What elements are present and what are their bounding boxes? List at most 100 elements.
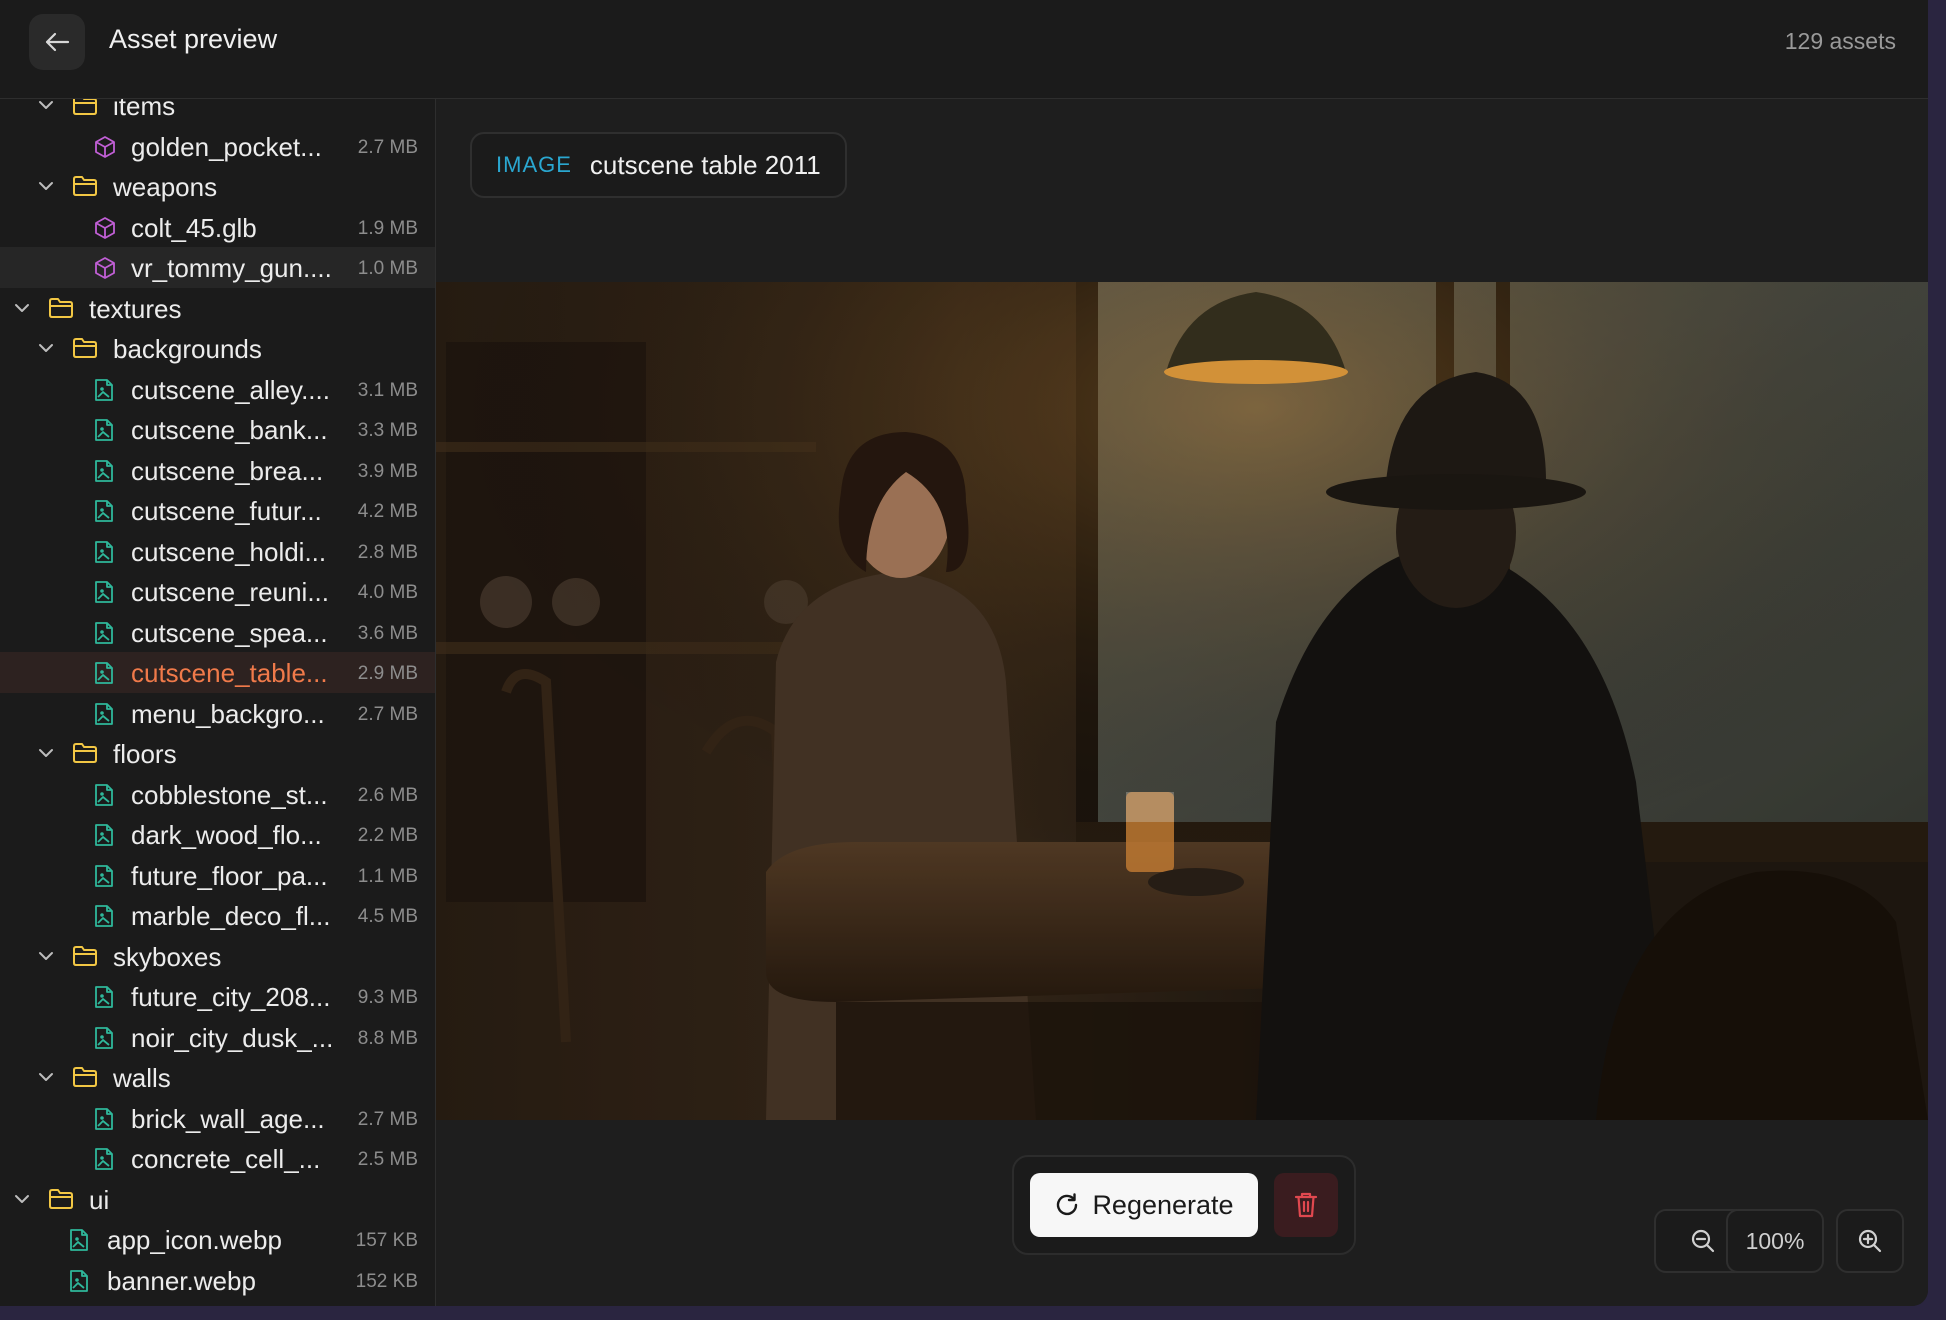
- tree-file[interactable]: noir_city_dusk_... 8.8 MB: [0, 1017, 435, 1058]
- tree-item-label: cutscene_futur...: [131, 496, 322, 526]
- tree-file[interactable]: menu_backgro... 2.7 MB: [0, 693, 435, 734]
- image-preview: [436, 282, 1928, 1120]
- cube-icon: [93, 135, 117, 159]
- asset-tree: items golden_pocket... 2.7 MB weapons colt_4…: [0, 99, 435, 1300]
- tree-file[interactable]: cutscene_table... 2.9 MB: [0, 652, 435, 693]
- file-size: 8.8 MB: [357, 1027, 418, 1049]
- chevron-down-icon[interactable]: [14, 301, 32, 315]
- tree-item-label: dark_wood_flo...: [131, 820, 322, 850]
- tree-folder[interactable]: backgrounds: [0, 328, 435, 369]
- file-size: 2.2 MB: [357, 825, 418, 846]
- tree-file[interactable]: cutscene_spea... 3.6 MB: [0, 612, 435, 653]
- tree-folder[interactable]: textures: [0, 288, 435, 329]
- cube-icon: [93, 216, 117, 240]
- tree-item-label: weapons: [113, 172, 218, 202]
- tree-item-label: vr_tommy_gun....: [131, 253, 332, 283]
- tree-file[interactable]: cutscene_holdi... 2.8 MB: [0, 531, 435, 572]
- folder-icon: [72, 945, 97, 969]
- image-file-icon: [93, 378, 117, 402]
- tree-item-label: floors: [113, 739, 177, 769]
- zoom-level[interactable]: 100%: [1726, 1209, 1824, 1273]
- file-size: 3.9 MB: [357, 460, 418, 482]
- chevron-down-icon[interactable]: [38, 1070, 56, 1084]
- tree-item-label: menu_backgro...: [131, 698, 325, 729]
- chevron-down-icon[interactable]: [38, 99, 56, 112]
- tree-file[interactable]: golden_pocket... 2.7 MB: [0, 126, 435, 167]
- tree-file[interactable]: future_floor_pa... 1.1 MB: [0, 855, 435, 896]
- tree-file[interactable]: colt_45.glb 1.9 MB: [0, 207, 435, 248]
- file-size: 3.1 MB: [357, 379, 418, 401]
- folder-icon: [72, 337, 97, 361]
- file-size: 4.0 MB: [357, 582, 418, 603]
- file-size: 4.5 MB: [357, 906, 418, 927]
- tree-item-label: noir_city_dusk_...: [131, 1022, 334, 1053]
- tree-file[interactable]: vr_tommy_gun.... 1.0 MB: [0, 247, 435, 288]
- folder-icon: [48, 1188, 73, 1212]
- arrow-left-icon: [45, 32, 70, 52]
- tree-file[interactable]: concrete_cell_... 2.5 MB: [0, 1138, 435, 1179]
- asset-tree-sidebar[interactable]: items golden_pocket... 2.7 MB weapons colt_4…: [0, 99, 436, 1306]
- cube-icon: [93, 256, 117, 280]
- file-size: 3.3 MB: [357, 420, 418, 441]
- tree-folder[interactable]: floors: [0, 733, 435, 774]
- image-file-icon: [93, 904, 117, 928]
- chevron-down-icon[interactable]: [38, 341, 56, 355]
- tree-file[interactable]: banner.webp 152 KB: [0, 1260, 435, 1301]
- tree-file[interactable]: marble_deco_fl... 4.5 MB: [0, 895, 435, 936]
- tree-item-label: ui: [89, 1184, 110, 1215]
- tree-folder[interactable]: ui: [0, 1179, 435, 1220]
- tree-item-label: golden_pocket...: [131, 131, 322, 162]
- tree-folder[interactable]: walls: [0, 1057, 435, 1098]
- tree-file[interactable]: future_city_208... 9.3 MB: [0, 976, 435, 1017]
- tree-item-label: skyboxes: [113, 941, 222, 972]
- tree-item-label: future_floor_pa...: [131, 860, 328, 891]
- file-size: 2.5 MB: [357, 1149, 418, 1170]
- tree-folder[interactable]: weapons: [0, 166, 435, 207]
- tree-file[interactable]: cobblestone_st... 2.6 MB: [0, 774, 435, 815]
- tree-file[interactable]: cutscene_reuni... 4.0 MB: [0, 571, 435, 612]
- asset-name: cutscene table 2011: [589, 149, 821, 180]
- tree-item-label: brick_wall_age...: [131, 1103, 325, 1134]
- file-size: 2.7 MB: [357, 1108, 418, 1130]
- tree-item-label: future_city_208...: [131, 982, 331, 1012]
- folder-icon: [72, 99, 97, 118]
- refresh-icon: [1057, 1193, 1078, 1216]
- image-file-icon: [93, 418, 117, 442]
- tree-folder[interactable]: items: [0, 99, 435, 126]
- file-size: 9.3 MB: [357, 987, 418, 1008]
- regenerate-button[interactable]: Regenerate: [1030, 1173, 1258, 1237]
- tree-item-label: cutscene_alley....: [131, 374, 330, 405]
- chevron-down-icon[interactable]: [14, 1192, 32, 1206]
- tree-item-label: cutscene_spea...: [131, 617, 328, 648]
- delete-button[interactable]: [1274, 1173, 1338, 1237]
- image-file-icon: [93, 1147, 117, 1171]
- image-file-icon: [68, 1269, 92, 1293]
- asset-tag: IMAGE cutscene table 2011: [470, 132, 847, 198]
- tree-item-label: marble_deco_fl...: [131, 901, 331, 931]
- zoom-in-button[interactable]: [1836, 1209, 1904, 1273]
- chevron-down-icon[interactable]: [38, 949, 56, 963]
- tree-item-label: banner.webp: [107, 1265, 256, 1296]
- image-file-icon: [93, 1026, 117, 1050]
- tree-file[interactable]: cutscene_futur... 4.2 MB: [0, 490, 435, 531]
- image-file-icon: [93, 783, 117, 807]
- chevron-down-icon[interactable]: [38, 179, 56, 193]
- tree-file[interactable]: dark_wood_flo... 2.2 MB: [0, 814, 435, 855]
- file-size: 3.6 MB: [357, 622, 418, 644]
- app-window: Asset preview 129 assets items golden_poc…: [0, 0, 1928, 1306]
- tree-item-label: items: [113, 99, 176, 121]
- back-button[interactable]: [29, 14, 85, 70]
- tree-item-label: cobblestone_st...: [131, 779, 328, 810]
- tree-file[interactable]: cutscene_alley.... 3.1 MB: [0, 369, 435, 410]
- tree-file[interactable]: app_icon.webp 157 KB: [0, 1219, 435, 1260]
- tree-file[interactable]: cutscene_brea... 3.9 MB: [0, 450, 435, 491]
- preview-pane: IMAGE cutscene table 2011 Regenerate 100…: [436, 99, 1928, 1306]
- file-size: 1.0 MB: [357, 258, 418, 279]
- tree-file[interactable]: cutscene_bank... 3.3 MB: [0, 409, 435, 450]
- tree-item-label: cutscene_holdi...: [131, 536, 327, 567]
- image-file-icon: [93, 540, 117, 564]
- tree-file[interactable]: brick_wall_age... 2.7 MB: [0, 1098, 435, 1139]
- tree-folder[interactable]: skyboxes: [0, 936, 435, 977]
- image-file-icon: [93, 661, 117, 685]
- chevron-down-icon[interactable]: [38, 746, 56, 760]
